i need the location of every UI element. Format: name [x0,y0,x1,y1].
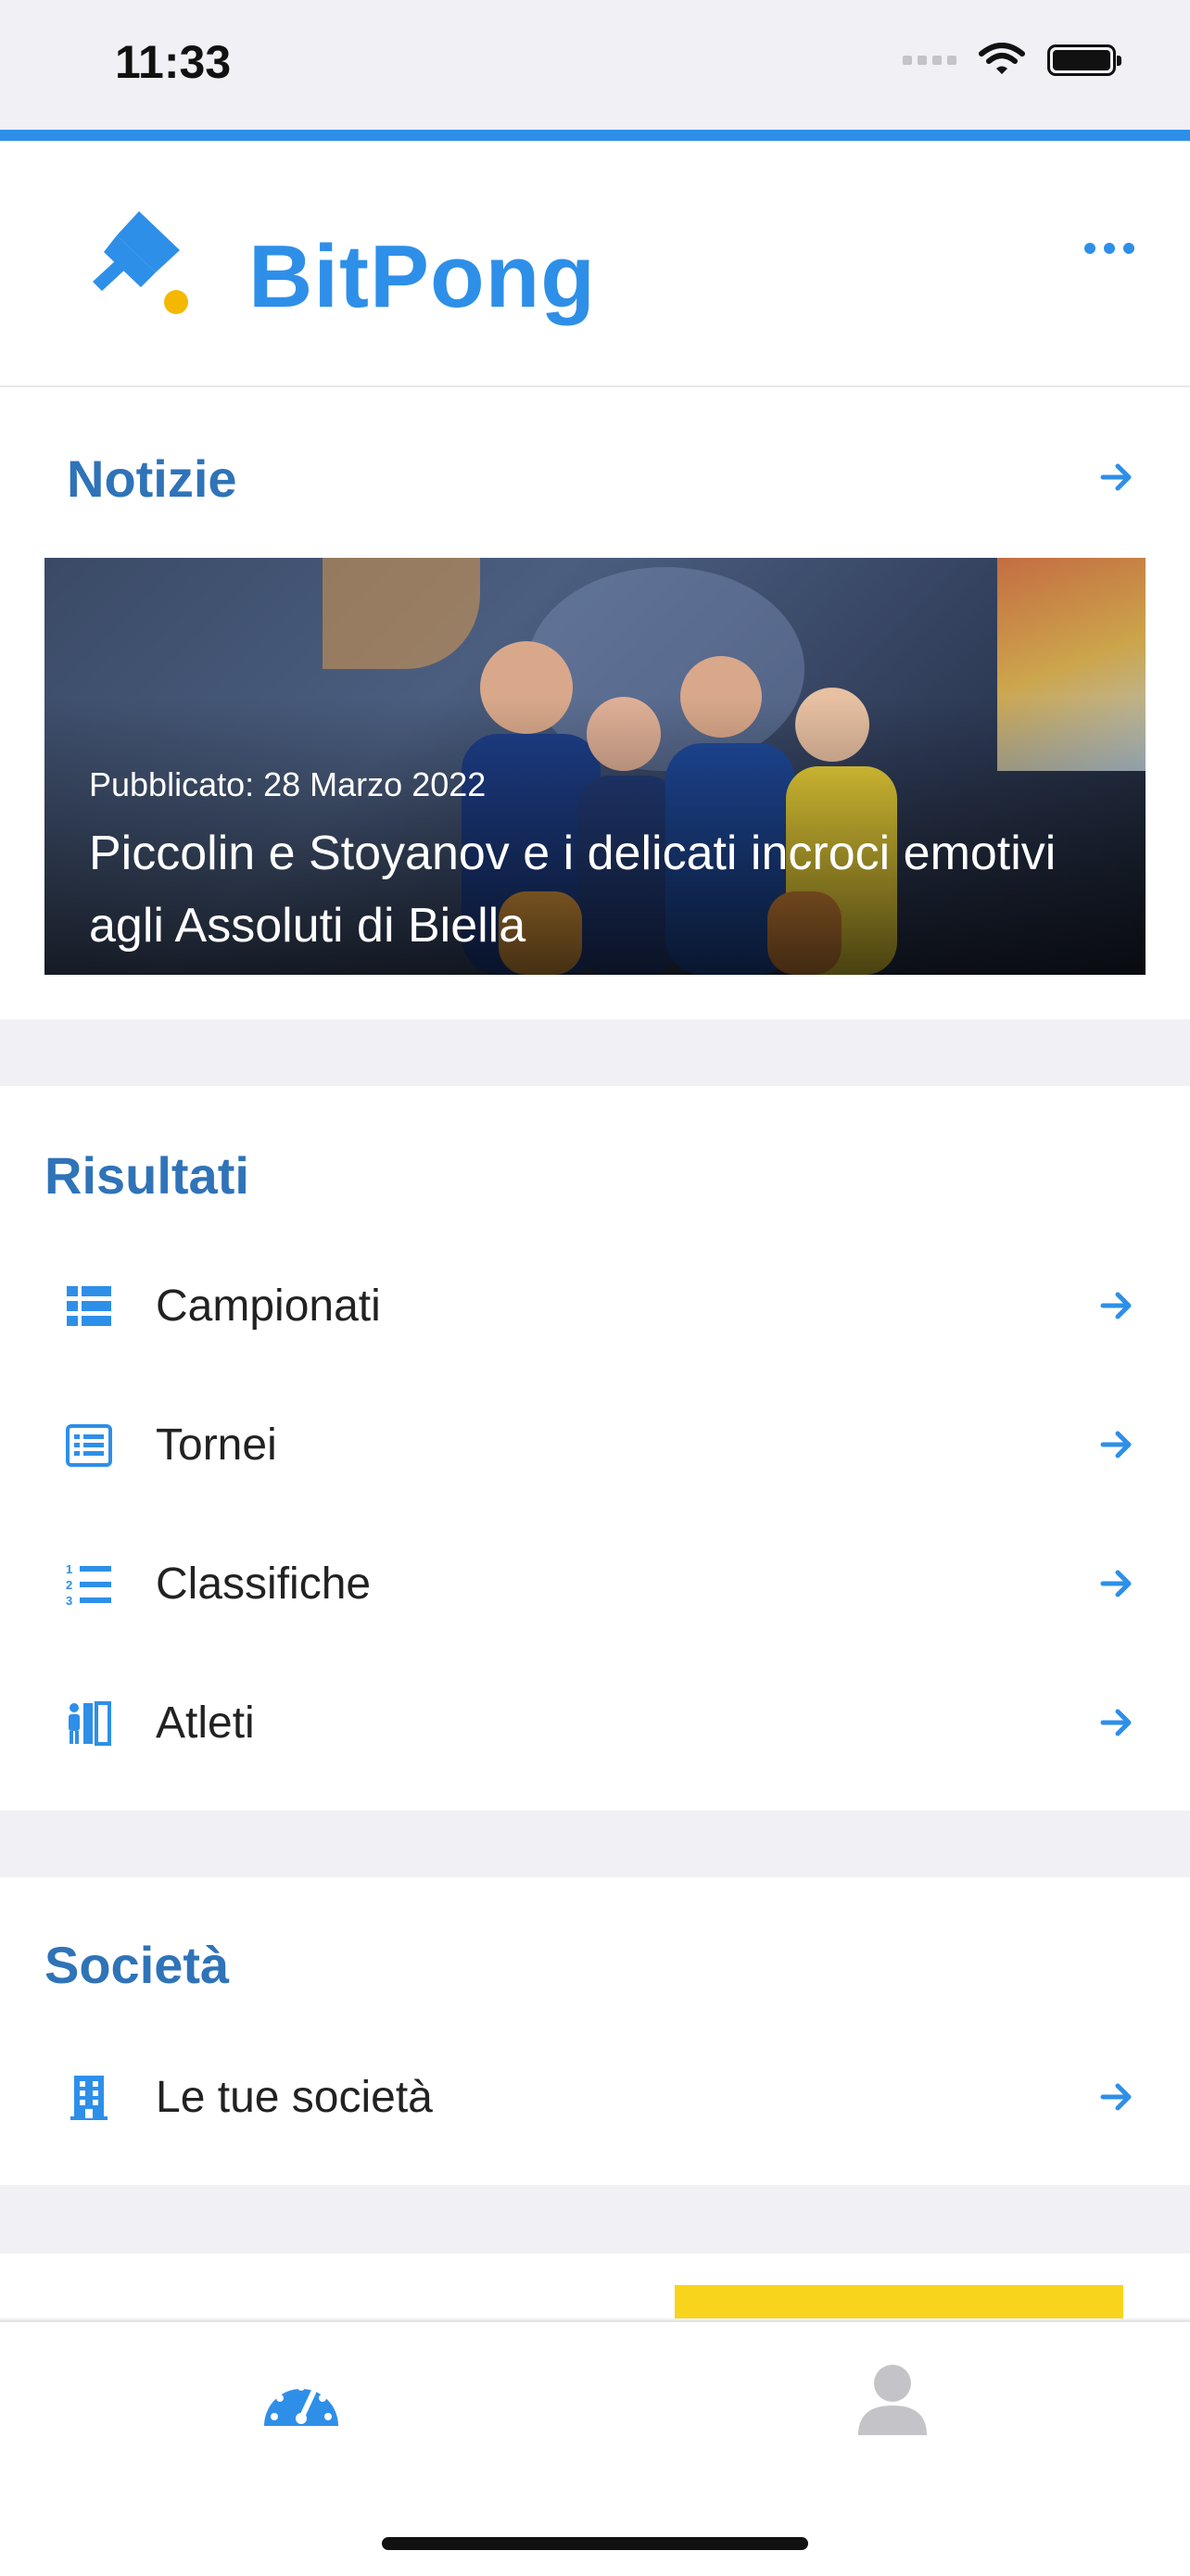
results-section: Risultati Campionati Tornei 1 2 3 Classi… [0,1086,1190,1811]
arrow-right-icon [1100,2083,1132,2111]
table-list-icon [67,1286,111,1326]
arrow-right-icon[interactable] [1099,460,1134,495]
list-item-le-tue-societa[interactable]: Le tue società [0,2029,1190,2168]
arrow-right-icon [1100,1292,1132,1320]
more-options-button[interactable] [1084,243,1134,254]
results-title: Risultati [44,1146,249,1205]
dot-icon [1123,243,1134,254]
list-item-campionati[interactable]: Campionati [0,1238,1190,1377]
list-item-label: Le tue società [156,2073,433,2122]
list-alt-icon [66,1424,112,1467]
building-icon [70,2076,108,2120]
arrow-right-icon [1100,1709,1132,1736]
svg-text:2: 2 [66,1578,72,1592]
ordered-list-icon: 1 2 3 [66,1562,111,1608]
cellular-signal-icon [903,56,956,65]
home-indicator [382,2537,808,2550]
app-header: BitPong [0,141,1190,387]
list-item-atleti[interactable]: Atleti [0,1655,1190,1794]
news-title: Notizie [67,449,237,508]
list-item-label: Atleti [156,1698,255,1748]
news-card[interactable]: Pubblicato: 28 Marzo 2022 Piccolin e Sto… [44,558,1146,975]
svg-text:3: 3 [66,1594,72,1608]
athletes-icon [69,1701,111,1746]
dashboard-icon[interactable] [260,2359,343,2443]
status-time: 11:33 [115,36,232,88]
list-item-tornei[interactable]: Tornei [0,1377,1190,1516]
dot-icon [1104,243,1115,254]
status-icons [903,43,1121,78]
list-item-label: Campionati [156,1282,381,1331]
battery-icon [1047,44,1121,76]
news-headline: Piccolin e Stoyanov e i delicati incroci… [89,827,1057,953]
profile-icon[interactable] [851,2359,934,2443]
clubs-section: Società Le tue società [0,1877,1190,2185]
yellow-banner-button[interactable] [675,2285,1123,2318]
accent-line [0,130,1190,141]
brand-name: BitPong [248,227,596,326]
list-item-classifiche[interactable]: 1 2 3 Classifiche [0,1516,1190,1655]
arrow-right-icon [1100,1431,1132,1458]
svg-text:1: 1 [66,1562,72,1576]
bitpong-logo [93,211,188,314]
list-item-label: Classifiche [156,1559,372,1609]
status-bar: 11:33 [0,0,1190,130]
footer-strip [0,2254,1190,2318]
clubs-title: Società [44,1936,230,1994]
wifi-icon [979,43,1025,74]
arrow-right-icon [1100,1570,1132,1597]
news-date: Pubblicato: 28 Marzo 2022 [89,765,487,803]
dot-icon [1084,243,1095,254]
list-item-label: Tornei [156,1421,277,1470]
news-section: Notizie Pubblicato: 28 Marzo 2022 Piccol… [0,387,1190,1019]
